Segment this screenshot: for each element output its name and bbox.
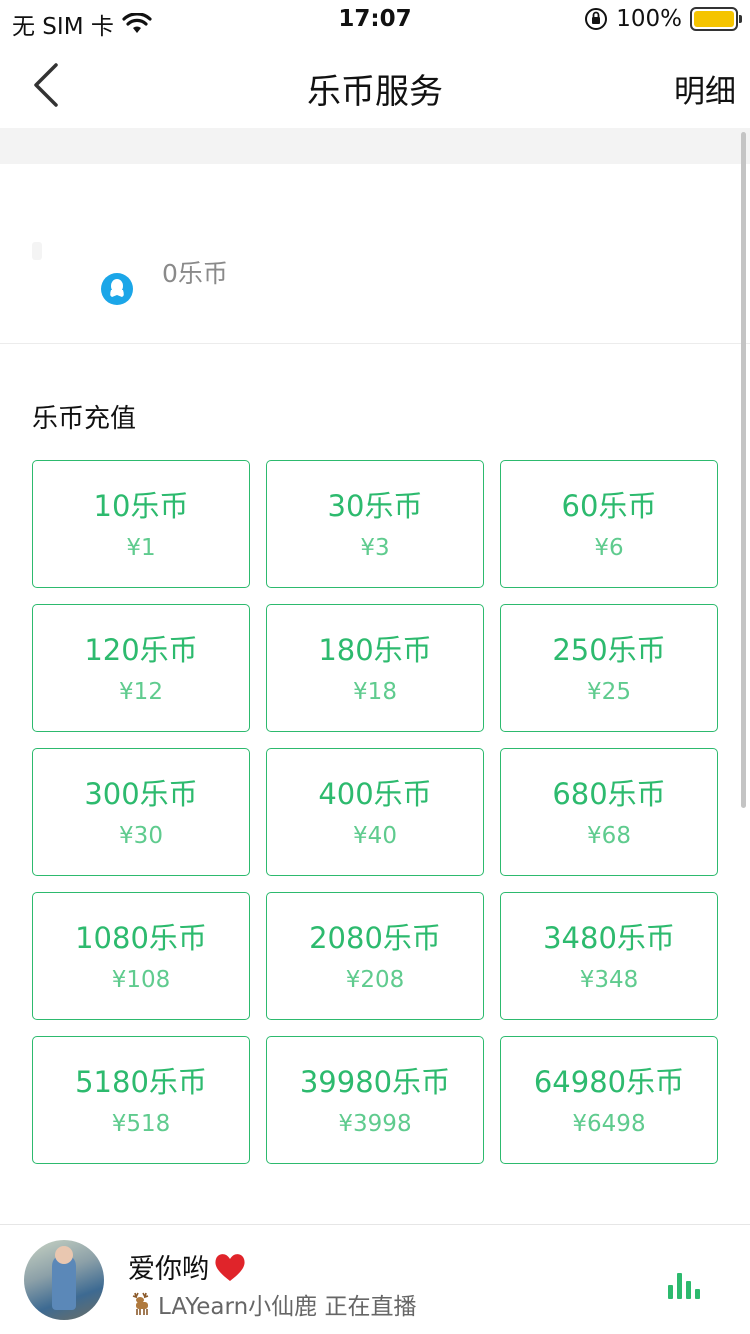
recharge-price: ¥30 [119,823,163,849]
recharge-coins: 680乐币 [552,777,666,811]
recharge-price: ¥1 [126,535,156,561]
recharge-option[interactable]: 120乐币 ¥12 [32,604,250,732]
battery-percent: 100% [616,6,682,32]
recharge-option[interactable]: 300乐币 ¥30 [32,748,250,876]
detail-button[interactable]: 明细 [674,66,736,111]
recharge-title: 乐币充值 [32,404,137,434]
recharge-option[interactable]: 180乐币 ¥18 [266,604,484,732]
deer-icon [132,1292,149,1315]
recharge-option[interactable]: 30乐币 ¥3 [266,460,484,588]
recharge-coins: 2080乐币 [309,921,441,955]
recharge-coins: 3480乐币 [543,921,675,955]
player-subtitle-text: LAYearn小仙鹿 正在直播 [158,1294,417,1320]
recharge-option[interactable]: 3480乐币 ¥348 [500,892,718,1020]
qq-icon [101,273,133,305]
recharge-coins: 300乐币 [84,777,198,811]
recharge-price: ¥3 [360,535,390,561]
recharge-price: ¥18 [353,679,397,705]
recharge-option[interactable]: 400乐币 ¥40 [266,748,484,876]
recharge-coins: 39980乐币 [299,1065,451,1099]
recharge-price: ¥68 [587,823,631,849]
recharge-coins: 400乐币 [318,777,432,811]
recharge-price: ¥6 [594,535,624,561]
recharge-price: ¥108 [111,967,171,993]
recharge-price: ¥3998 [338,1111,412,1137]
equalizer-icon[interactable] [668,1271,700,1299]
status-bar: 无 SIM 卡 17:07 100% [0,0,750,40]
nav-bar: 乐币服务 明细 [0,40,750,128]
recharge-coins: 120乐币 [84,633,198,667]
recharge-option[interactable]: 39980乐币 ¥3998 [266,1036,484,1164]
recharge-option[interactable]: 2080乐币 ¥208 [266,892,484,1020]
orientation-lock-icon [585,8,608,30]
recharge-coins: 1080乐币 [75,921,207,955]
recharge-option[interactable]: 1080乐币 ¥108 [32,892,250,1020]
section-divider [0,128,750,164]
status-right: 100% [584,6,742,32]
recharge-option[interactable]: 680乐币 ¥68 [500,748,718,876]
recharge-coins: 180乐币 [318,633,432,667]
recharge-price: ¥518 [111,1111,171,1137]
recharge-price: ¥12 [119,679,163,705]
recharge-coins: 10乐币 [93,489,189,523]
recharge-price: ¥208 [345,967,405,993]
battery-icon [690,7,742,31]
recharge-coins: 5180乐币 [75,1065,207,1099]
recharge-price: ¥348 [579,967,639,993]
page-title: 乐币服务 [307,72,443,112]
recharge-option[interactable]: 60乐币 ¥6 [500,460,718,588]
recharge-option[interactable]: 250乐币 ¥25 [500,604,718,732]
recharge-coins: 30乐币 [327,489,423,523]
recharge-price: ¥25 [587,679,631,705]
recharge-coins: 64980乐币 [533,1065,685,1099]
recharge-price: ¥40 [353,823,397,849]
avatar [32,242,42,260]
recharge-option[interactable]: 64980乐币 ¥6498 [500,1036,718,1164]
player-title: 爱你哟 [128,1247,247,1286]
player-title-text: 爱你哟 [128,1254,209,1285]
coin-balance: 0乐币 [162,259,228,288]
recharge-coins: 250乐币 [552,633,666,667]
account-section: 0乐币 [0,164,750,344]
scrollbar[interactable] [741,132,746,808]
recharge-option[interactable]: 5180乐币 ¥518 [32,1036,250,1164]
recharge-grid: 10乐币 ¥1 30乐币 ¥3 60乐币 ¥6 120乐币 ¥12 180乐币 ¥18 250乐币 ¥… [32,460,718,1164]
streamer-avatar[interactable] [24,1240,104,1320]
player-subtitle: LAYearn小仙鹿 正在直播 [128,1287,416,1321]
recharge-price: ¥6498 [572,1111,646,1137]
recharge-coins: 60乐币 [561,489,657,523]
heart-icon [215,1253,245,1281]
recharge-option[interactable]: 10乐币 ¥1 [32,460,250,588]
live-player-bar[interactable]: 爱你哟 LAYearn小仙鹿 正在直播 [0,1224,750,1334]
